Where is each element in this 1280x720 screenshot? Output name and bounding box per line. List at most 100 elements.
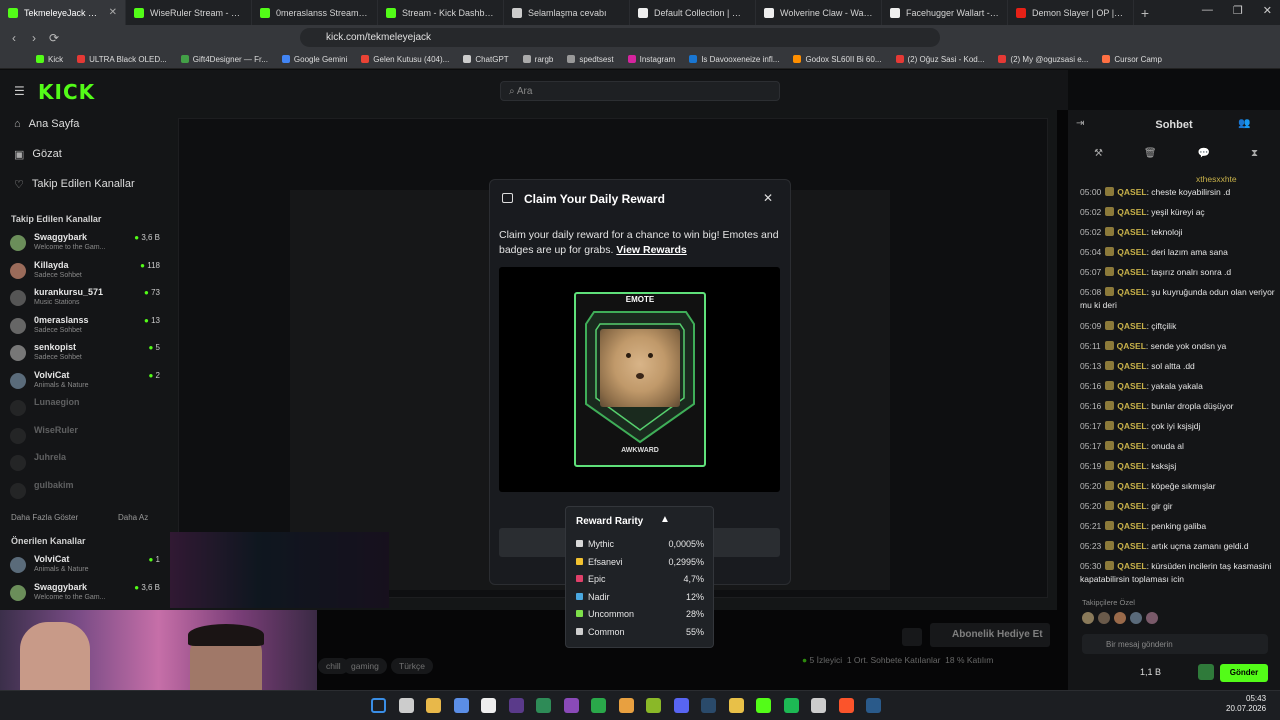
- message-user[interactable]: QASEL: [1117, 421, 1146, 431]
- channel-item[interactable]: Juhrela: [10, 452, 160, 476]
- system-clock[interactable]: 05:43 20.07.2026: [1226, 694, 1266, 714]
- reload-icon[interactable]: ⟳: [44, 31, 64, 45]
- chat-message[interactable]: 05:08 QASEL: şu kuyruğunda odun olan veri…: [1080, 286, 1275, 312]
- emote-picker-icon[interactable]: [1198, 664, 1214, 680]
- steam-icon[interactable]: [701, 698, 716, 713]
- message-user[interactable]: QASEL: [1117, 321, 1146, 331]
- close-window-icon[interactable]: ✕: [1263, 4, 1272, 17]
- hourglass-icon[interactable]: ⧗: [1251, 148, 1258, 159]
- notepad-icon[interactable]: [481, 698, 496, 713]
- message-user[interactable]: QASEL: [1117, 521, 1146, 531]
- browser-tab[interactable]: Stream - Kick Dashboard: [378, 0, 504, 25]
- chat-message[interactable]: 05:13 QASEL: sol altta .dd: [1080, 360, 1275, 373]
- message-user[interactable]: QASEL: [1117, 441, 1146, 451]
- calculator-icon[interactable]: [536, 698, 551, 713]
- channel-item[interactable]: Swaggybark Welcome to the Gam... ● 3,6 B: [10, 582, 160, 606]
- bookmark-item[interactable]: Instagram: [627, 55, 675, 64]
- folder-icon[interactable]: [426, 698, 441, 713]
- chat-message[interactable]: 05:17 QASEL: çok iyi ksjsjdj: [1080, 420, 1275, 433]
- avatar[interactable]: [1082, 612, 1094, 624]
- users-icon[interactable]: 👥: [1238, 118, 1250, 129]
- premiere-icon[interactable]: [508, 698, 524, 713]
- bolt-icon[interactable]: [646, 698, 661, 713]
- obs-icon[interactable]: [563, 698, 579, 713]
- browser-tab[interactable]: Demon Slayer | OP | "Gureng: [1008, 0, 1134, 25]
- message-user[interactable]: QASEL: [1117, 207, 1146, 217]
- chat-message[interactable]: 05:02 QASEL: teknoloji: [1080, 226, 1275, 239]
- kick-logo[interactable]: KICK: [38, 80, 95, 104]
- channel-item[interactable]: senkopist Sadece Sohbet ● 5: [10, 342, 160, 366]
- bookmark-item[interactable]: spedtsest: [567, 55, 614, 64]
- bookmark-item[interactable]: ChatGPT: [463, 55, 509, 64]
- show-more-link[interactable]: Daha Fazla Göster: [11, 513, 78, 522]
- chat-message[interactable]: 05:07 QASEL: taşırız onalrı sonra .d: [1080, 266, 1275, 279]
- steam-alt-icon[interactable]: [866, 698, 881, 713]
- message-user[interactable]: QASEL: [1117, 401, 1146, 411]
- chat-message[interactable]: 05:16 QASEL: yakala yakala: [1080, 380, 1275, 393]
- bookmark-item[interactable]: Godox SL60II Bi 60...: [793, 55, 882, 64]
- bookmark-item[interactable]: Kick: [36, 55, 63, 64]
- xbox-icon[interactable]: [591, 698, 606, 713]
- bookmark-item[interactable]: (2) My @oguzsasi e...: [998, 55, 1088, 64]
- discord-icon[interactable]: [673, 698, 689, 713]
- chat-message[interactable]: 05:20 QASEL: gir gir: [1080, 500, 1275, 513]
- channel-item[interactable]: 0meraslanss Sadece Sohbet ● 13: [10, 315, 160, 339]
- brave-icon[interactable]: [838, 698, 854, 713]
- hammer-icon[interactable]: ⚒: [1094, 148, 1103, 159]
- sidebar-nav-item[interactable]: ⌂ Ana Sayfa: [14, 118, 79, 130]
- sidebar-nav-item[interactable]: ▣ Gözat: [14, 148, 62, 161]
- cloud-icon[interactable]: [618, 698, 634, 713]
- bookmark-item[interactable]: rargb: [522, 55, 553, 64]
- new-tab-button[interactable]: +: [1134, 5, 1156, 21]
- message-user[interactable]: QASEL: [1117, 541, 1146, 551]
- channel-item[interactable]: Killayda Sadece Sohbet ● 118: [10, 260, 160, 284]
- show-less-link[interactable]: Daha Az: [118, 513, 148, 522]
- search-input[interactable]: ⌕ Ara: [500, 81, 780, 101]
- chat-message[interactable]: 05:09 QASEL: çiftçilik: [1080, 320, 1275, 333]
- chat-input[interactable]: Bir mesaj gönderin: [1082, 634, 1268, 654]
- avatar[interactable]: [1130, 612, 1142, 624]
- channel-item[interactable]: WiseRuler: [10, 425, 160, 449]
- chat-message[interactable]: 05:20 QASEL: köpeğe sıkmışlar: [1080, 480, 1275, 493]
- message-user[interactable]: QASEL: [1117, 361, 1146, 371]
- forward-icon[interactable]: ›: [24, 31, 44, 45]
- avatar[interactable]: [1146, 612, 1158, 624]
- sidebar-nav-item[interactable]: ♡ Takip Edilen Kanallar: [14, 178, 135, 191]
- files-icon[interactable]: [728, 698, 744, 713]
- bookmark-item[interactable]: Gift4Designer — Fr...: [180, 55, 268, 64]
- bookmark-item[interactable]: ULTRA Black OLED...: [77, 55, 167, 64]
- chat-message[interactable]: 05:00 QASEL: cheste koyabilirsin .d: [1080, 186, 1275, 199]
- chat-message[interactable]: 05:04 QASEL: deri lazım ama sana: [1080, 246, 1275, 259]
- maximize-icon[interactable]: ❐: [1233, 4, 1243, 17]
- avatar[interactable]: [1114, 612, 1126, 624]
- bookmark-item[interactable]: Google Gemini: [281, 55, 347, 64]
- chat-message[interactable]: 05:16 QASEL: bunlar dropla düşüyor: [1080, 400, 1275, 413]
- chat-message[interactable]: 05:19 QASEL: ksksjsj: [1080, 460, 1275, 473]
- channel-item[interactable]: kurankursu_571 Music Stations ● 73: [10, 287, 160, 311]
- message-user[interactable]: QASEL: [1117, 501, 1146, 511]
- bookmark-item[interactable]: Is Davooxeneize infl...: [689, 55, 779, 64]
- avatar[interactable]: [1098, 612, 1110, 624]
- send-button[interactable]: Gönder: [1220, 664, 1268, 682]
- tab-close-icon[interactable]: ✕: [109, 7, 117, 18]
- chat-message[interactable]: 05:02 QASEL: yeşil küreyi aç: [1080, 206, 1275, 219]
- trash-icon[interactable]: 🗑: [1144, 148, 1157, 159]
- message-user[interactable]: QASEL: [1117, 561, 1146, 571]
- bookmark-item[interactable]: Gelen Kutusu (404)...: [361, 55, 449, 64]
- message-user[interactable]: QASEL: [1117, 481, 1146, 491]
- browser-tab[interactable]: Facehugger Wallart - Free 3D: [882, 0, 1008, 25]
- chat-message[interactable]: 05:21 QASEL: penking galiba: [1080, 520, 1275, 533]
- close-icon[interactable]: ✕: [763, 191, 773, 205]
- file-explorer-icon[interactable]: [398, 698, 414, 713]
- menu-icon[interactable]: ☰: [14, 84, 25, 98]
- chrome-icon[interactable]: [811, 698, 826, 713]
- message-user[interactable]: QASEL: [1117, 247, 1146, 257]
- back-icon[interactable]: ‹: [4, 31, 24, 45]
- browser-tab[interactable]: 0meraslanss Stream - Watch: [252, 0, 378, 25]
- channel-item[interactable]: VolviCat Animals & Nature ● 2: [10, 370, 160, 394]
- chat-message[interactable]: 05:30 QASEL: kürsüden incilerin taş kasma…: [1080, 560, 1275, 586]
- browser-tab[interactable]: Default Collection | Collectio: [630, 0, 756, 25]
- word-icon[interactable]: [453, 698, 469, 713]
- view-rewards-link[interactable]: View Rewards: [616, 244, 686, 256]
- channel-item[interactable]: VolviCat Animals & Nature ● 1: [10, 554, 160, 578]
